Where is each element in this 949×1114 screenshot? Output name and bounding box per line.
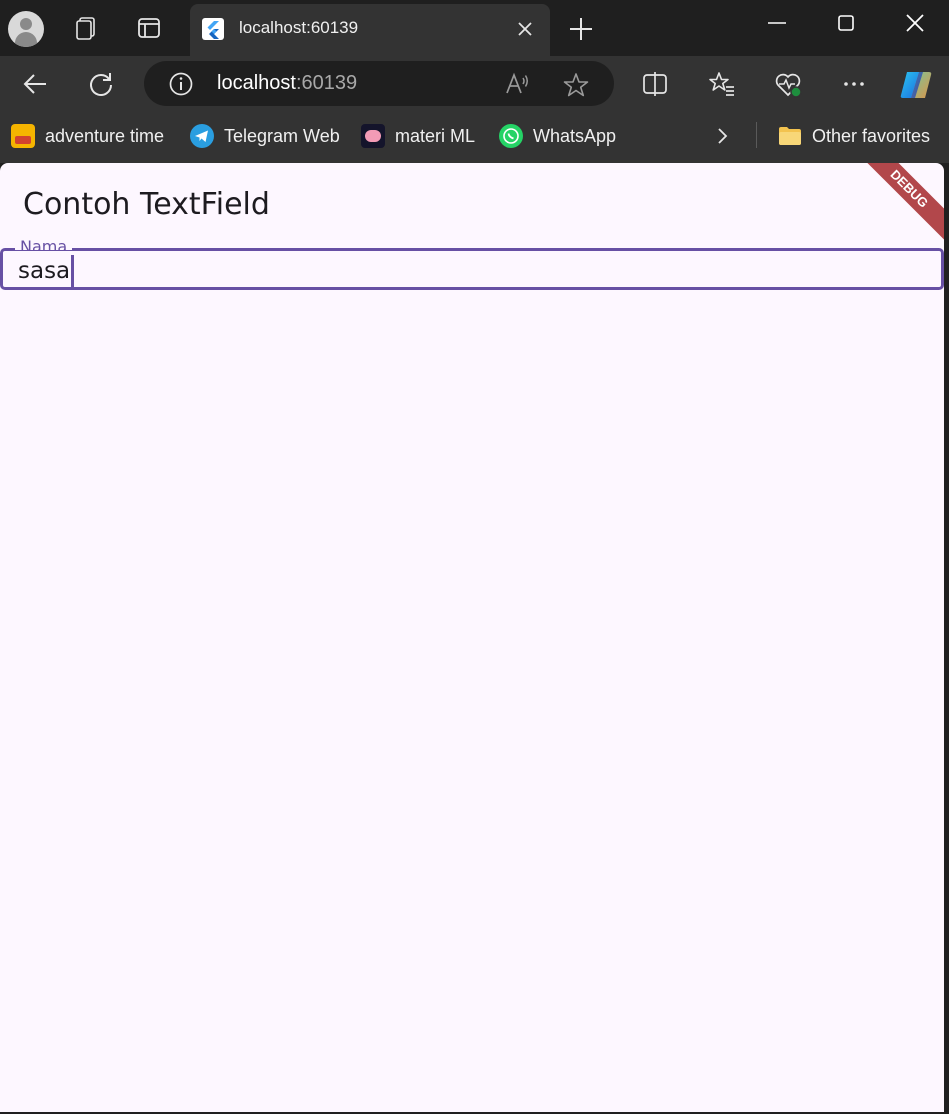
favorites-icon[interactable] [707, 69, 737, 99]
close-tab-icon[interactable] [514, 18, 536, 40]
bookmarks-divider [756, 122, 757, 148]
field-label: Nama [15, 238, 73, 250]
vertical-tabs-icon[interactable] [135, 14, 163, 42]
minimize-icon[interactable] [764, 10, 790, 36]
favorite-star-icon[interactable] [562, 71, 590, 99]
more-options-icon[interactable] [839, 69, 869, 99]
url-text: localhost:60139 [217, 72, 358, 94]
title-bar: localhost:60139 [0, 0, 949, 56]
split-screen-icon[interactable] [640, 69, 670, 99]
bookmarks-bar: adventure time Telegram Web materi ML Wh… [0, 113, 949, 163]
site-info-icon[interactable] [168, 71, 194, 97]
debug-banner: DEBUG [855, 163, 944, 243]
tab-title: localhost:60139 [239, 18, 359, 37]
tab-localhost[interactable]: localhost:60139 [190, 4, 550, 56]
app-page: Contoh TextField DEBUG Nama sasa [0, 163, 944, 1112]
refresh-icon[interactable] [86, 69, 116, 99]
adventure-time-icon [11, 124, 35, 148]
workspaces-icon[interactable] [72, 14, 100, 42]
browser-essentials-icon[interactable] [773, 69, 803, 99]
window-edge [944, 163, 949, 1114]
nama-text-field[interactable]: Nama sasa [0, 238, 944, 290]
folder-icon [778, 124, 802, 148]
close-window-icon[interactable] [902, 10, 928, 36]
browser-window: localhost:60139 localhost:60139 adventur… [0, 0, 949, 1114]
bookmark-whatsapp[interactable]: WhatsApp [499, 123, 616, 149]
profile-avatar[interactable] [8, 11, 44, 47]
new-tab-icon[interactable] [566, 14, 596, 44]
brain-icon [361, 124, 385, 148]
text-caret [71, 255, 75, 287]
read-aloud-icon[interactable] [504, 71, 530, 97]
address-bar[interactable]: localhost:60139 [144, 61, 614, 106]
maximize-icon[interactable] [833, 10, 859, 36]
bookmark-other-favorites[interactable]: Other favorites [778, 123, 930, 149]
bookmark-adventure-time[interactable]: adventure time [11, 123, 164, 149]
navigation-bar: localhost:60139 [0, 56, 949, 113]
whatsapp-icon [499, 124, 523, 148]
chevron-right-icon[interactable] [710, 124, 734, 148]
nama-input[interactable]: sasa [18, 255, 918, 287]
bookmark-telegram-web[interactable]: Telegram Web [190, 123, 340, 149]
app-title: Contoh TextField [23, 187, 270, 222]
flutter-icon [202, 18, 224, 40]
copilot-icon[interactable] [897, 66, 935, 104]
back-icon[interactable] [20, 69, 50, 99]
telegram-icon [190, 124, 214, 148]
bookmark-materi-ml[interactable]: materi ML [361, 123, 475, 149]
